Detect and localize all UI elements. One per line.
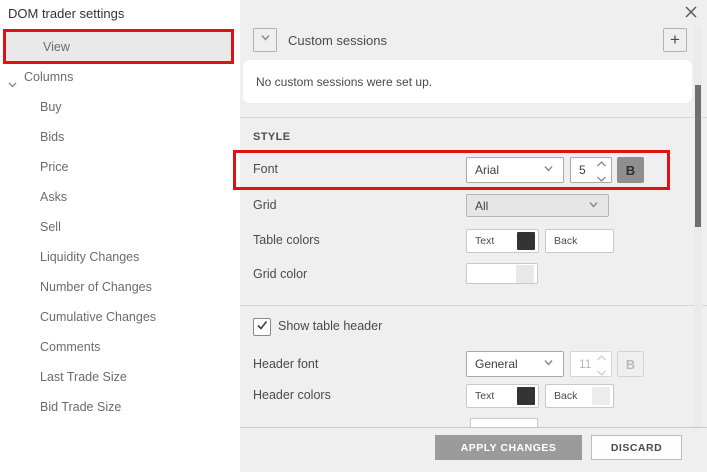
sidebar-item-label: Columns	[24, 70, 73, 84]
chevron-down-icon	[542, 356, 555, 372]
show-table-header-checkbox[interactable]	[253, 318, 271, 336]
font-row-label: Font	[253, 162, 278, 176]
apply-changes-button[interactable]: APPLY CHANGES	[435, 435, 582, 460]
section-divider	[240, 117, 707, 118]
grid-select[interactable]: All	[466, 194, 609, 217]
header-font-size-stepper: 11	[570, 351, 612, 377]
dialog-title: DOM trader settings	[0, 0, 240, 25]
show-table-header-label: Show table header	[278, 319, 382, 333]
sidebar-item-number-of-changes[interactable]: Number of Changes	[0, 272, 240, 302]
sidebar-item-price[interactable]: Price	[0, 152, 240, 182]
sidebar-item-last-trade-size[interactable]: Last Trade Size	[0, 362, 240, 392]
close-button[interactable]	[682, 4, 700, 22]
dom-trader-settings-dialog: DOM trader settings View Columns Buy Bid…	[0, 0, 707, 472]
chevron-down-icon	[542, 162, 555, 178]
chevron-down-icon	[259, 31, 272, 49]
scrollbar-track[interactable]	[694, 28, 702, 427]
table-back-color-button[interactable]: Back	[545, 229, 614, 253]
check-icon	[255, 318, 269, 337]
scrollbar-thumb[interactable]	[695, 85, 701, 227]
dialog-footer: APPLY CHANGES DISCARD	[240, 427, 707, 472]
grid-row-label: Grid	[253, 198, 277, 212]
back-color-swatch	[592, 387, 610, 405]
table-text-color-button[interactable]: Text	[466, 229, 539, 253]
sessions-section-title: Custom sessions	[288, 33, 387, 48]
header-font-bold-toggle: B	[617, 351, 644, 377]
chevron-down-icon	[587, 198, 600, 214]
settings-sidebar: DOM trader settings View Columns Buy Bid…	[0, 0, 240, 472]
text-color-swatch	[517, 387, 535, 405]
discard-button[interactable]: DISCARD	[591, 435, 682, 460]
header-font-row-label: Header font	[253, 357, 318, 371]
grid-color-button[interactable]	[466, 263, 538, 284]
sidebar-item-bid-trade-size[interactable]: Bid Trade Size	[0, 392, 240, 422]
sidebar-item-cumulative-changes[interactable]: Cumulative Changes	[0, 302, 240, 332]
plus-icon: +	[670, 31, 680, 48]
sidebar-item-comments[interactable]: Comments	[0, 332, 240, 362]
back-color-swatch	[592, 232, 610, 250]
sidebar-item-view[interactable]: View	[5, 32, 233, 62]
chevron-down-icon[interactable]	[596, 171, 607, 185]
font-bold-toggle[interactable]: B	[617, 157, 644, 183]
settings-tree: View Columns Buy Bids Price Asks Sell Li…	[0, 32, 240, 422]
header-font-family-select[interactable]: General	[466, 351, 564, 377]
text-color-swatch	[517, 232, 535, 250]
font-family-select[interactable]: Arial	[466, 157, 564, 183]
grid-color-swatch	[516, 265, 534, 283]
sidebar-item-label: View	[43, 40, 70, 54]
sessions-collapse-button[interactable]	[253, 28, 277, 52]
chevron-up-icon[interactable]	[596, 156, 607, 170]
close-icon	[684, 7, 698, 22]
sidebar-item-asks[interactable]: Asks	[0, 182, 240, 212]
add-session-button[interactable]: +	[663, 28, 687, 52]
grid-color-row-label: Grid color	[253, 267, 307, 281]
chevron-up-icon	[596, 350, 607, 364]
table-colors-row-label: Table colors	[253, 233, 320, 247]
sidebar-item-bids[interactable]: Bids	[0, 122, 240, 152]
sessions-empty-card: No custom sessions were set up.	[243, 60, 692, 103]
font-size-stepper[interactable]: 5	[570, 157, 612, 183]
style-section-heading: STYLE	[253, 131, 290, 143]
sidebar-item-sell[interactable]: Sell	[0, 212, 240, 242]
header-text-color-button[interactable]: Text	[466, 384, 539, 408]
sessions-empty-message: No custom sessions were set up.	[256, 75, 432, 89]
header-back-color-button[interactable]: Back	[545, 384, 614, 408]
sidebar-item-columns[interactable]: Columns	[0, 62, 240, 92]
chevron-down-icon	[596, 365, 607, 379]
header-colors-row-label: Header colors	[253, 388, 331, 402]
section-divider	[240, 305, 707, 306]
sidebar-item-buy[interactable]: Buy	[0, 92, 240, 122]
settings-panel: Custom sessions + No custom sessions wer…	[240, 0, 707, 472]
sidebar-item-liquidity-changes[interactable]: Liquidity Changes	[0, 242, 240, 272]
